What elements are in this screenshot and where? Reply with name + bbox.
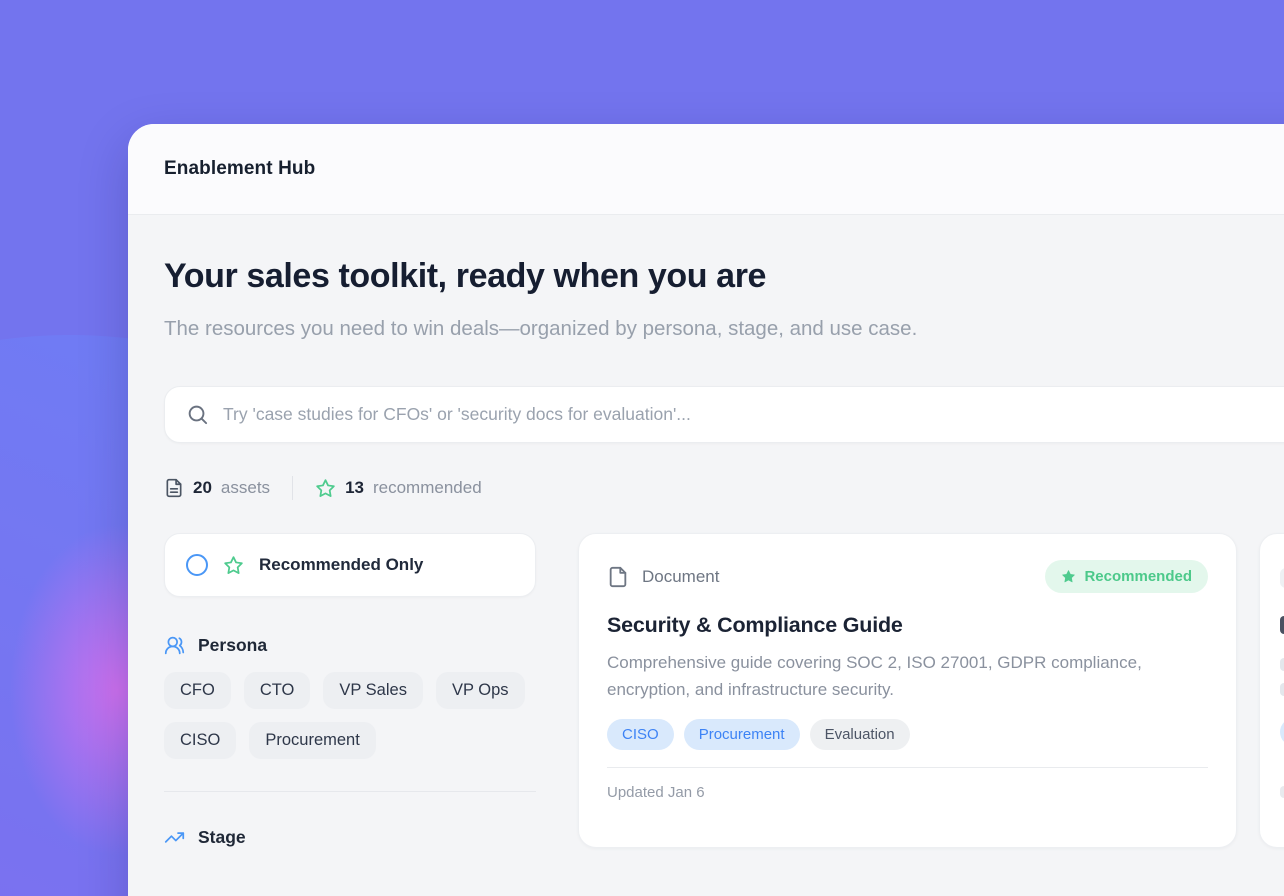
persona-chip-cfo[interactable]: CFO xyxy=(164,672,231,709)
partial-card-text-stub xyxy=(1280,658,1284,671)
card-tags: CISO Procurement Evaluation xyxy=(607,719,1208,750)
stats-row: 20 assets 13 recommended xyxy=(164,476,1284,500)
persona-heading-label: Persona xyxy=(198,635,267,656)
asset-card-security-compliance-guide[interactable]: Document Recommended Security & Complian… xyxy=(578,533,1237,848)
tag-evaluation: Evaluation xyxy=(810,719,910,750)
star-outline-icon xyxy=(315,478,336,499)
persona-chip-ciso[interactable]: CISO xyxy=(164,722,236,759)
recommended-badge-label: Recommended xyxy=(1084,568,1192,585)
recommended-count: 13 xyxy=(345,478,364,498)
search-icon xyxy=(186,403,209,426)
card-type-label: Document xyxy=(642,567,719,587)
persona-heading: Persona xyxy=(164,635,536,656)
partial-card-footer-stub xyxy=(1280,786,1284,798)
recommended-stat: 13 recommended xyxy=(315,478,482,499)
card-type: Document xyxy=(607,566,719,588)
tag-ciso: CISO xyxy=(607,719,674,750)
partial-card-type-stub xyxy=(1280,568,1284,588)
filters-sidebar: Recommended Only Persona CFO CTO xyxy=(164,533,536,848)
card-title: Security & Compliance Guide xyxy=(607,613,1208,638)
search-input[interactable] xyxy=(223,404,1284,425)
persona-chip-procurement[interactable]: Procurement xyxy=(249,722,375,759)
card-updated-date: Updated Jan 6 xyxy=(607,768,1208,825)
users-icon xyxy=(164,635,185,656)
stage-heading: Stage xyxy=(164,827,536,848)
partial-card-tag-stub xyxy=(1280,718,1284,746)
persona-chip-vp-ops[interactable]: VP Ops xyxy=(436,672,525,709)
stats-divider xyxy=(292,476,293,500)
asset-cards-row: Document Recommended Security & Complian… xyxy=(578,533,1284,848)
content-row: Recommended Only Persona CFO CTO xyxy=(164,533,1284,848)
star-outline-icon xyxy=(223,555,244,576)
page-title: Your sales toolkit, ready when you are xyxy=(164,257,1284,296)
partial-card-title-stub xyxy=(1280,616,1284,634)
app-header: Enablement Hub xyxy=(128,124,1284,215)
persona-chip-cto[interactable]: CTO xyxy=(244,672,311,709)
file-icon xyxy=(607,566,629,588)
assets-stat: 20 assets xyxy=(164,478,270,498)
app-title: Enablement Hub xyxy=(164,158,315,180)
star-filled-icon xyxy=(1061,569,1076,584)
assets-count: 20 xyxy=(193,478,212,498)
assets-label: assets xyxy=(221,478,270,498)
partial-card-text-stub xyxy=(1280,683,1284,696)
persona-chips: CFO CTO VP Sales VP Ops CISO Procurement xyxy=(164,672,536,759)
stage-heading-label: Stage xyxy=(198,827,246,848)
main-content: Your sales toolkit, ready when you are T… xyxy=(128,257,1284,848)
asset-card-partial[interactable] xyxy=(1259,533,1284,848)
recommended-only-label: Recommended Only xyxy=(259,555,423,575)
sidebar-divider xyxy=(164,791,536,792)
recommended-label: recommended xyxy=(373,478,482,498)
enablement-hub-window: Enablement Hub Your sales toolkit, ready… xyxy=(128,124,1284,896)
card-description: Comprehensive guide covering SOC 2, ISO … xyxy=(607,650,1197,703)
trending-up-icon xyxy=(164,827,185,848)
search-bar[interactable] xyxy=(164,386,1284,443)
page-subtitle: The resources you need to win deals—orga… xyxy=(164,310,954,347)
toggle-radio-icon[interactable] xyxy=(186,554,208,576)
recommended-badge: Recommended xyxy=(1045,560,1208,593)
tag-procurement: Procurement xyxy=(684,719,800,750)
recommended-only-toggle[interactable]: Recommended Only xyxy=(164,533,536,597)
persona-chip-vp-sales[interactable]: VP Sales xyxy=(323,672,423,709)
card-top-row: Document Recommended xyxy=(607,560,1208,593)
file-text-icon xyxy=(164,478,184,498)
